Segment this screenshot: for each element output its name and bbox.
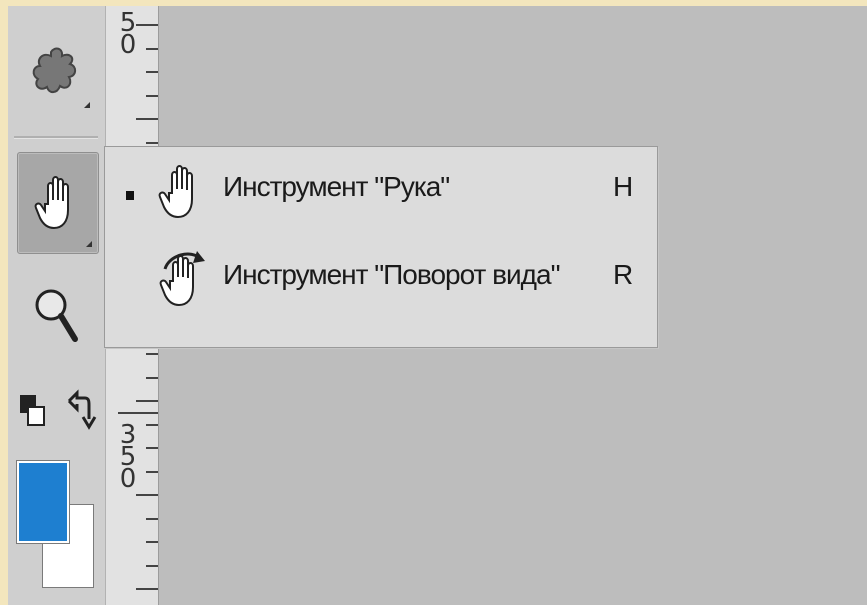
toolbar-separator xyxy=(14,136,98,139)
foreground-color-swatch[interactable] xyxy=(16,460,70,544)
rotate-view-icon xyxy=(157,247,213,314)
ruler-tick xyxy=(136,494,158,496)
menu-item-rotate-view-tool[interactable]: Инструмент "Поворот вида" R xyxy=(105,239,657,319)
ruler-tick xyxy=(146,447,158,449)
ruler-tick xyxy=(136,118,158,120)
magnifier-icon xyxy=(35,289,78,342)
ruler-tick xyxy=(136,400,158,402)
menu-item-shortcut: H xyxy=(613,171,634,202)
ruler-tick xyxy=(146,517,158,520)
submenu-indicator xyxy=(86,241,92,247)
menu-item-hand-tool[interactable]: Инструмент "Рука" H xyxy=(105,151,657,231)
default-colors-button[interactable] xyxy=(14,386,50,436)
ruler-tick xyxy=(136,588,158,590)
menu-item-label: Инструмент "Поворот вида" xyxy=(223,259,561,290)
swap-colors-button[interactable] xyxy=(60,386,100,436)
default-colors-icon xyxy=(20,395,45,426)
swap-arrow-icon xyxy=(67,389,97,430)
menu-item-shortcut: R xyxy=(613,259,634,290)
ruler-tick xyxy=(146,470,158,473)
ruler-tick xyxy=(146,541,158,543)
ruler-tick xyxy=(146,376,158,379)
tools-panel xyxy=(8,6,106,605)
ruler-label: 0 xyxy=(119,30,137,60)
selected-bullet-icon xyxy=(126,191,134,200)
ruler-tick xyxy=(146,71,158,73)
menu-item-label: Инструмент "Рука" xyxy=(223,171,450,202)
ruler-tick xyxy=(146,353,158,355)
puppet-icon xyxy=(32,47,77,94)
hand-tool-flyout-menu: Инструмент "Рука" H Инструмент "Поворот … xyxy=(104,146,658,348)
photoshop-workspace: 5 0 3 5 0 Инструмент "Рука" H Инструмент… xyxy=(8,6,867,605)
puppet-warp-tool-button[interactable] xyxy=(22,34,92,114)
submenu-indicator xyxy=(84,102,90,108)
ruler-tick xyxy=(146,423,158,426)
ruler-tick xyxy=(146,564,158,567)
hand-icon xyxy=(157,163,207,226)
ruler-major-tick xyxy=(118,412,158,414)
hand-tool-button[interactable] xyxy=(17,152,99,254)
ruler-tick xyxy=(146,141,158,144)
ruler-tick xyxy=(146,47,158,50)
ruler-tick xyxy=(146,94,158,97)
hand-icon xyxy=(34,176,69,230)
ruler-tick xyxy=(136,24,158,26)
zoom-tool-button[interactable] xyxy=(26,276,86,356)
ruler-label: 0 xyxy=(119,464,137,494)
